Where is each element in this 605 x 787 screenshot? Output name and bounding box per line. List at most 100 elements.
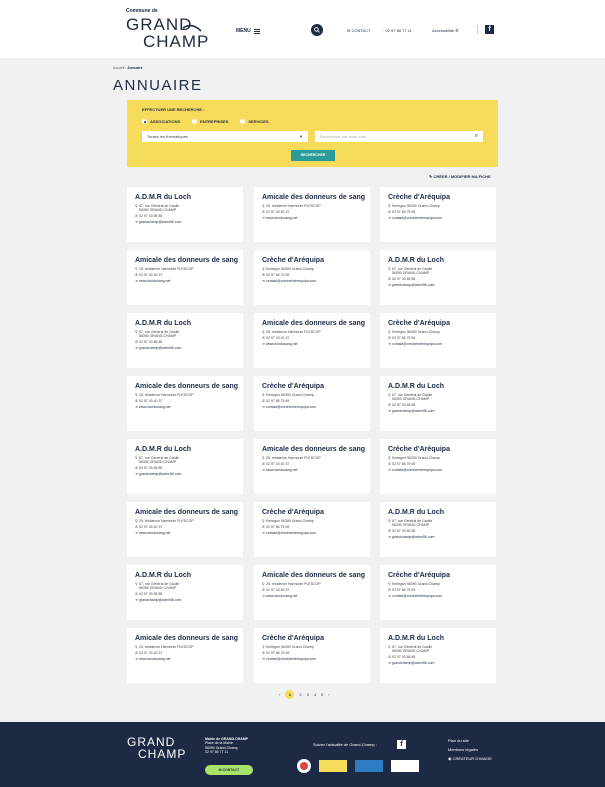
card-link[interactable]: ➜contact@crecheinterequipa.com [388,468,496,472]
card-title[interactable]: Crèche d'Aréquipa [388,320,492,328]
card-link[interactable]: ➜www.dondusang.net [262,468,370,472]
directory-card[interactable]: Amicale des donneurs de sang ⚲25, résiden… [127,502,243,557]
card-title[interactable]: Amicale des donneurs de sang [135,383,239,391]
card-link[interactable]: ➜grandchamp@admr56.com [135,220,243,224]
directory-card[interactable]: Crèche d'Aréquipa ⚲Kerlegun 56390 Grand-C… [380,439,496,494]
card-link[interactable]: ➜contact@crecheinterequipa.com [262,657,370,661]
theme-select[interactable]: Toutes les thématiques ▼ [142,131,308,142]
directory-card[interactable]: A.D.M.R du Loch ⚲67, rue Général de Gaull… [127,565,243,620]
facebook-icon[interactable]: f [485,25,494,34]
breadcrumb-home-link[interactable]: Accueil [113,66,124,70]
card-title[interactable]: Crèche d'Aréquipa [262,383,366,391]
directory-card[interactable]: Crèche d'Aréquipa ⚲Kerlegun 56390 Grand-C… [254,250,370,305]
card-title[interactable]: Crèche d'Aréquipa [388,446,492,454]
footer-link-legal[interactable]: Mentions légales [448,745,492,754]
page-4-button[interactable]: 4 [314,692,316,697]
card-link[interactable]: ➜contact@crecheinterequipa.com [262,279,370,283]
header-search-button[interactable] [311,24,323,36]
card-title[interactable]: Amicale des donneurs de sang [262,446,366,454]
partner-logo-1[interactable] [297,759,311,773]
page-3-button[interactable]: 3 [307,692,309,697]
card-title[interactable]: Crèche d'Aréquipa [262,635,366,643]
card-link[interactable]: ➜contact@crecheinterequipa.com [388,594,496,598]
site-logo[interactable]: Commune de GRAND CHAMP [126,6,226,52]
directory-card[interactable]: Crèche d'Aréquipa ⚲Kerlegun 56390 Grand-C… [380,187,496,242]
footer-facebook-icon[interactable]: f [397,740,406,749]
create-listing-link[interactable]: ✎ CRÉER / MODIFIER MA FICHE [429,174,491,179]
card-title[interactable]: A.D.M.R du Loch [135,446,239,454]
directory-card[interactable]: A.D.M.R du Loch ⚲67, rue Général de Gaull… [380,376,496,431]
card-link[interactable]: ➜grandchamp@admr56.com [388,535,496,539]
card-link[interactable]: ➜contact@crecheinterequipa.com [388,342,496,346]
card-title[interactable]: Crèche d'Aréquipa [388,194,492,202]
card-link[interactable]: ➜contact@crecheinterequipa.com [262,531,370,535]
card-title[interactable]: Crèche d'Aréquipa [388,572,492,580]
page-1-button[interactable]: 1 [285,690,295,699]
radio-services[interactable]: SERVICES [240,119,269,124]
card-link[interactable]: ➜contact@crecheinterequipa.com [262,405,370,409]
directory-card[interactable]: Amicale des donneurs de sang ⚲25, résiden… [127,376,243,431]
card-title[interactable]: Crèche d'Aréquipa [262,509,366,517]
card-title[interactable]: A.D.M.R du Loch [388,509,492,517]
directory-card[interactable]: A.D.M.R du Loch ⚲67, rue Général de Gaull… [127,187,243,242]
page-5-button[interactable]: 5 [321,692,323,697]
card-link[interactable]: ➜grandchamp@admr56.com [388,409,496,413]
partner-logo-4[interactable] [391,760,419,772]
search-submit-button[interactable]: RECHERCHER [291,150,335,161]
card-link[interactable]: ➜contact@crecheinterequipa.com [388,216,496,220]
card-link[interactable]: ➜www.dondusang.net [135,279,243,283]
header-contact-link[interactable]: ✉ CONTACT [347,28,371,33]
directory-card[interactable]: Amicale des donneurs de sang ⚲25, résiden… [127,628,243,683]
card-link[interactable]: ➜www.dondusang.net [262,342,370,346]
directory-card[interactable]: Amicale des donneurs de sang ⚲25, résiden… [254,439,370,494]
card-link[interactable]: ➜www.dondusang.net [135,405,243,409]
directory-card[interactable]: A.D.M.R du Loch ⚲67, rue Général de Gaull… [380,250,496,305]
footer-link-credits[interactable]: ◉ CRÉATEUR D'IMAGE [448,754,492,763]
directory-card[interactable]: Amicale des donneurs de sang ⚲25, résiden… [254,313,370,368]
partner-logo-2[interactable] [319,760,347,772]
next-page-button[interactable]: › [328,692,329,697]
card-link[interactable]: ➜www.dondusang.net [262,594,370,598]
card-title[interactable]: Crèche d'Aréquipa [262,257,366,265]
prev-page-button[interactable]: ‹ [279,692,280,697]
accessibility-link[interactable]: Accessibilité ⚙ [432,28,459,33]
card-title[interactable]: Amicale des donneurs de sang [262,194,366,202]
card-title[interactable]: A.D.M.R du Loch [388,383,492,391]
directory-card[interactable]: A.D.M.R du Loch ⚲67, rue Général de Gaull… [127,439,243,494]
search-icon[interactable]: ⌕ [475,131,478,142]
card-title[interactable]: Amicale des donneurs de sang [135,635,239,643]
directory-card[interactable]: Amicale des donneurs de sang ⚲25, résiden… [127,250,243,305]
directory-card[interactable]: Crèche d'Aréquipa ⚲Kerlegun 56390 Grand-C… [380,565,496,620]
card-link[interactable]: ➜grandchamp@admr56.com [135,598,243,602]
keyword-search-input[interactable]: Rechercher par mots-clés ⌕ [315,131,483,142]
card-link[interactable]: ➜www.dondusang.net [135,531,243,535]
directory-card[interactable]: Amicale des donneurs de sang ⚲25, résiden… [254,187,370,242]
card-title[interactable]: A.D.M.R du Loch [135,320,239,328]
directory-card[interactable]: A.D.M.R du Loch ⚲67, rue Général de Gaull… [380,502,496,557]
card-title[interactable]: Amicale des donneurs de sang [262,572,366,580]
card-title[interactable]: A.D.M.R du Loch [388,257,492,265]
card-title[interactable]: Amicale des donneurs de sang [262,320,366,328]
directory-card[interactable]: A.D.M.R du Loch ⚲67, rue Général de Gaull… [380,628,496,683]
card-link[interactable]: ➜grandchamp@admr56.com [135,472,243,476]
partner-logo-3[interactable] [355,760,383,772]
directory-card[interactable]: Crèche d'Aréquipa ⚲Kerlegun 56390 Grand-C… [254,376,370,431]
card-link[interactable]: ➜grandchamp@admr56.com [388,661,496,665]
card-link[interactable]: ➜www.dondusang.net [262,216,370,220]
card-title[interactable]: Amicale des donneurs de sang [135,509,239,517]
footer-contact-button[interactable]: ✉ CONTACT [205,765,253,775]
footer-link-sitemap[interactable]: Plan du site [448,736,492,745]
card-link[interactable]: ➜grandchamp@admr56.com [388,283,496,287]
directory-card[interactable]: Crèche d'Aréquipa ⚲Kerlegun 56390 Grand-C… [254,628,370,683]
page-2-button[interactable]: 2 [299,692,301,697]
card-title[interactable]: A.D.M.R du Loch [388,635,492,643]
directory-card[interactable]: Crèche d'Aréquipa ⚲Kerlegun 56390 Grand-C… [380,313,496,368]
directory-card[interactable]: A.D.M.R du Loch ⚲67, rue Général de Gaull… [127,313,243,368]
directory-card[interactable]: Amicale des donneurs de sang ⚲25, résiden… [254,565,370,620]
card-link[interactable]: ➜grandchamp@admr56.com [135,346,243,350]
card-title[interactable]: A.D.M.R du Loch [135,572,239,580]
card-title[interactable]: Amicale des donneurs de sang [135,257,239,265]
menu-button[interactable]: MENU [236,28,260,34]
directory-card[interactable]: Crèche d'Aréquipa ⚲Kerlegun 56390 Grand-C… [254,502,370,557]
radio-associations[interactable]: ASSOCIATIONS [142,119,180,124]
